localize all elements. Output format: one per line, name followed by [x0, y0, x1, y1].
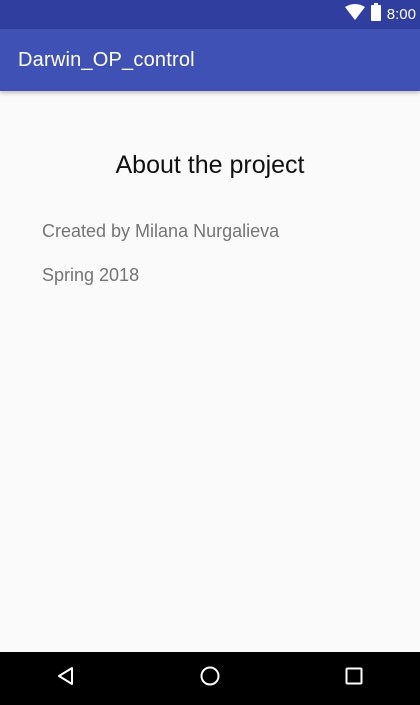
- status-icons: 8:00: [344, 0, 416, 29]
- about-content: About the project Created by Milana Nurg…: [0, 91, 420, 652]
- recents-button[interactable]: [324, 652, 384, 705]
- app-title: Darwin_OP_control: [18, 49, 195, 71]
- page-title: About the project: [115, 151, 305, 179]
- home-button[interactable]: [180, 652, 240, 705]
- app-screen: 8:00 Darwin_OP_control About the project…: [0, 0, 420, 705]
- status-time: 8:00: [386, 6, 416, 23]
- back-button[interactable]: [36, 652, 96, 705]
- date-text: Spring 2018: [42, 265, 140, 285]
- back-icon: [56, 666, 76, 691]
- app-bar: Darwin_OP_control: [0, 29, 420, 91]
- status-bar: 8:00: [0, 0, 420, 29]
- wifi-icon: [344, 4, 365, 25]
- author-text: Created by Milana Nurgalieva: [42, 221, 280, 241]
- battery-icon: [370, 3, 381, 26]
- home-icon: [199, 665, 221, 692]
- recents-icon: [345, 667, 363, 690]
- navigation-bar: [0, 652, 420, 705]
